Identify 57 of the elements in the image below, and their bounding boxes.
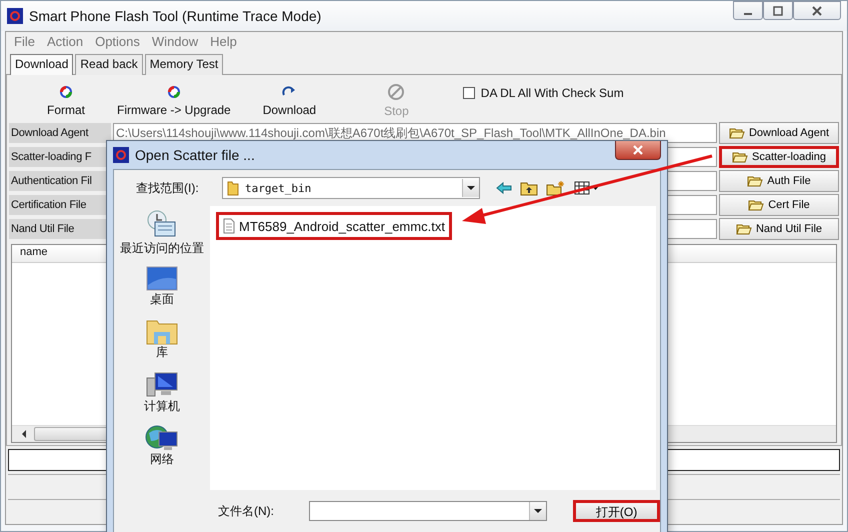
file-name-label: 文件名(N): xyxy=(218,502,275,520)
place-shortcut[interactable]: 桌面 xyxy=(120,265,204,306)
stop-icon xyxy=(387,82,406,100)
up-folder-icon[interactable] xyxy=(520,180,538,196)
close-button[interactable] xyxy=(793,1,841,20)
new-folder-icon[interactable] xyxy=(546,180,566,196)
document-icon xyxy=(223,218,235,234)
file-name-field[interactable] xyxy=(308,501,548,521)
folder-icon xyxy=(732,151,748,163)
place-shortcut[interactable]: 计算机 xyxy=(120,370,204,413)
folder-icon xyxy=(748,199,764,211)
tab[interactable]: Memory Test xyxy=(144,54,224,75)
place-shortcut[interactable]: 库 xyxy=(120,316,204,360)
back-arrow-icon[interactable] xyxy=(496,181,512,195)
browse-button[interactable]: Auth File xyxy=(719,170,839,192)
folder-icon xyxy=(736,223,752,235)
toolbar-button[interactable]: Firmware -> Upgrade xyxy=(99,84,249,116)
file-item[interactable]: MT6589_Android_scatter_emmc.txt xyxy=(216,212,452,240)
menu-item[interactable]: File xyxy=(10,34,39,49)
folder-icon xyxy=(747,175,764,187)
menu-item[interactable]: Help xyxy=(206,34,241,49)
browse-button[interactable]: Download Agent xyxy=(719,122,839,144)
folder-icon xyxy=(227,180,239,196)
maximize-icon xyxy=(773,6,783,16)
browse-button[interactable]: Cert File xyxy=(719,194,839,216)
dialog-title: Open Scatter file ... xyxy=(135,147,255,163)
maximize-button[interactable] xyxy=(763,1,793,20)
close-icon xyxy=(632,145,644,155)
view-menu-icon[interactable] xyxy=(574,181,600,195)
tab[interactable]: Read back xyxy=(75,54,143,75)
window-title: Smart Phone Flash Tool (Runtime Trace Mode) xyxy=(29,8,322,24)
browse-button[interactable]: Nand Util File xyxy=(719,218,839,240)
menu-item[interactable]: Action xyxy=(42,34,88,49)
menu-item[interactable]: Options xyxy=(91,34,144,49)
place-shortcut[interactable]: 最近访问的位置 xyxy=(120,208,204,256)
format-icon xyxy=(58,84,74,100)
menu-item[interactable]: Window xyxy=(148,34,202,49)
minimize-button[interactable] xyxy=(733,1,763,20)
minimize-icon xyxy=(744,12,752,14)
look-in-label: 查找范围(I): xyxy=(136,180,200,196)
open-button[interactable]: 打开(O) xyxy=(573,500,660,522)
toolbar-button[interactable]: Format xyxy=(33,84,100,116)
field-label: Download Agent xyxy=(9,123,111,143)
folder-icon xyxy=(728,127,745,139)
format-icon xyxy=(166,84,182,100)
desktop-icon xyxy=(145,265,179,294)
look-in-dropdown[interactable]: target_bin xyxy=(222,177,480,199)
globe-monitor-icon xyxy=(145,422,179,453)
close-icon xyxy=(812,6,822,16)
toolbar-button[interactable]: Download xyxy=(248,84,330,116)
close-button[interactable] xyxy=(615,141,661,160)
app-icon xyxy=(113,147,129,163)
browse-button[interactable]: Scatter-loading xyxy=(719,146,839,168)
app-icon xyxy=(7,8,23,24)
place-shortcut[interactable]: 网络 xyxy=(120,422,204,466)
checksum-checkbox[interactable]: DA DL All With Check Sum xyxy=(462,86,624,100)
tab[interactable]: Download xyxy=(10,54,74,75)
